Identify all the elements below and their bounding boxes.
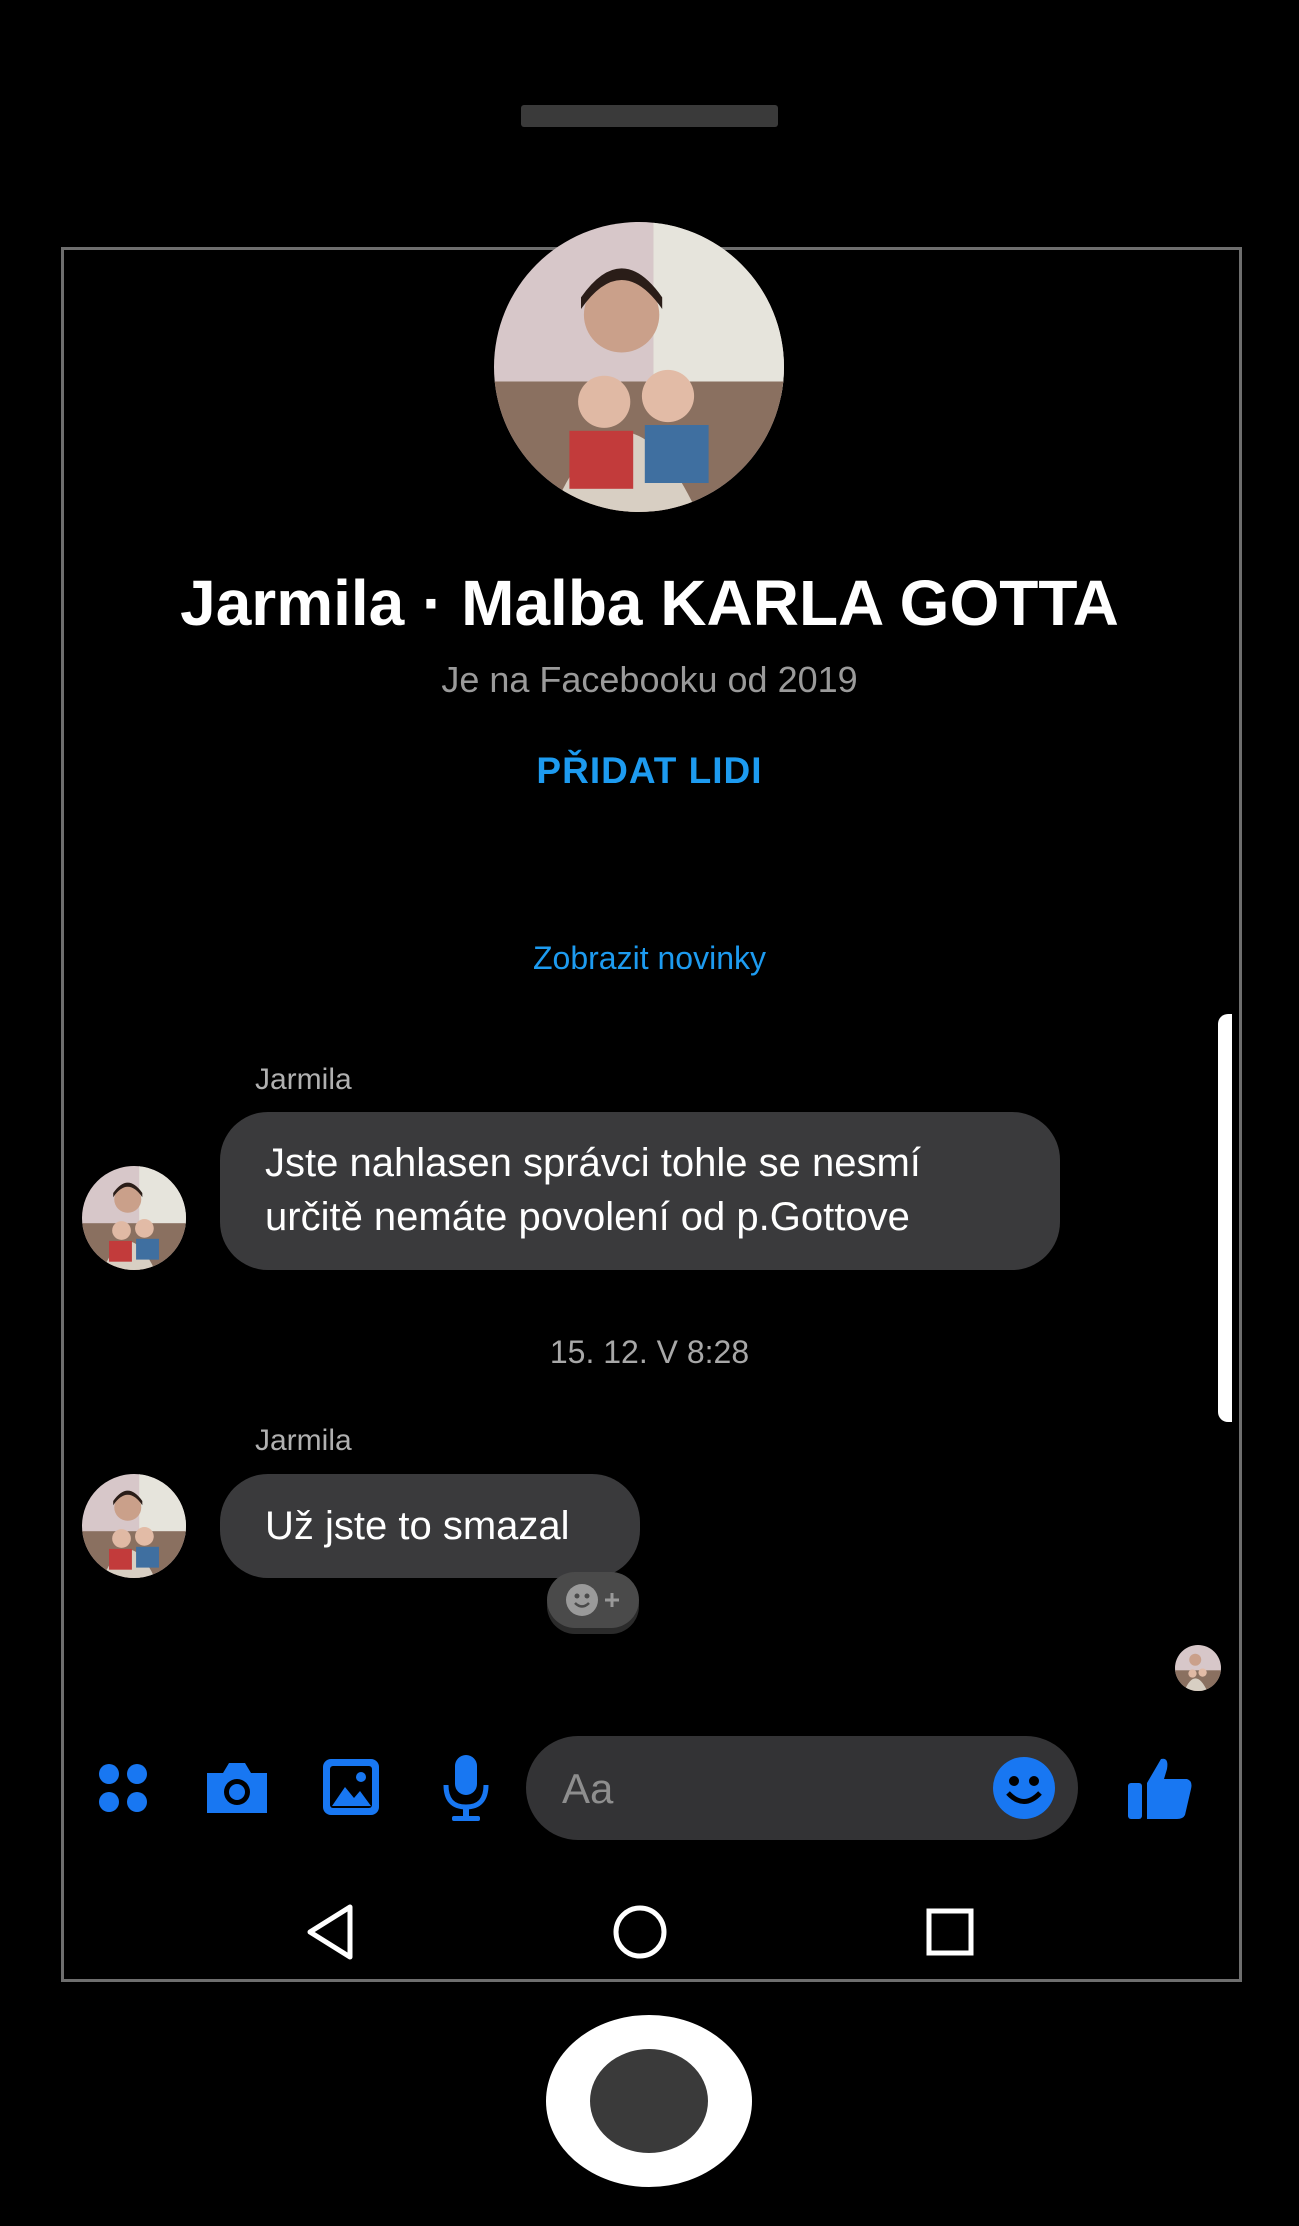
seen-receipt-avatar — [1175, 1645, 1221, 1691]
add-reaction-button[interactable] — [547, 1572, 639, 1628]
home-icon[interactable] — [610, 1902, 670, 1962]
message-sender: Jarmila — [255, 1063, 352, 1096]
message-bubble[interactable]: Jste nahlasen správci tohle se nesmí urč… — [220, 1112, 1060, 1270]
message-text-line: určitě nemáte povolení od p.Gottove — [265, 1195, 910, 1239]
add-people-button[interactable]: PŘIDAT LIDI — [0, 750, 1299, 792]
back-icon[interactable] — [300, 1900, 360, 1964]
emoji-icon[interactable] — [992, 1756, 1056, 1820]
recents-icon[interactable] — [922, 1904, 978, 1960]
message-sender: Jarmila — [255, 1424, 352, 1457]
reaction-smiley-icon — [566, 1584, 598, 1616]
message-input[interactable] — [560, 1756, 964, 1822]
profile-subtitle: Je na Facebooku od 2019 — [441, 659, 858, 700]
camera-icon[interactable] — [200, 1756, 274, 1820]
show-news-link[interactable]: Zobrazit novinky — [0, 940, 1299, 976]
microphone-icon[interactable] — [436, 1752, 496, 1824]
message-composer[interactable] — [526, 1736, 1078, 1840]
message-bubble[interactable]: Už jste to smazal — [220, 1474, 640, 1578]
physical-home-button[interactable] — [546, 2015, 752, 2187]
apps-icon[interactable] — [88, 1758, 158, 1818]
message-timestamp: 15. 12. V 8:28 — [549, 1334, 750, 1370]
phone-speaker — [521, 105, 778, 127]
sender-avatar[interactable] — [82, 1474, 186, 1578]
sender-avatar[interactable] — [82, 1166, 186, 1270]
message-text-line: Jste nahlasen správci tohle se nesmí — [265, 1141, 921, 1185]
plus-icon — [605, 1593, 619, 1607]
message-text-line: Už jste to smazal — [265, 1504, 570, 1548]
profile-avatar[interactable] — [494, 222, 784, 512]
conversation-title: Jarmila · Malba KARLA GOTTA — [180, 567, 1119, 639]
gallery-icon[interactable] — [316, 1754, 386, 1820]
physical-home-button-center — [590, 2049, 708, 2153]
thumbs-up-icon[interactable] — [1120, 1750, 1200, 1826]
